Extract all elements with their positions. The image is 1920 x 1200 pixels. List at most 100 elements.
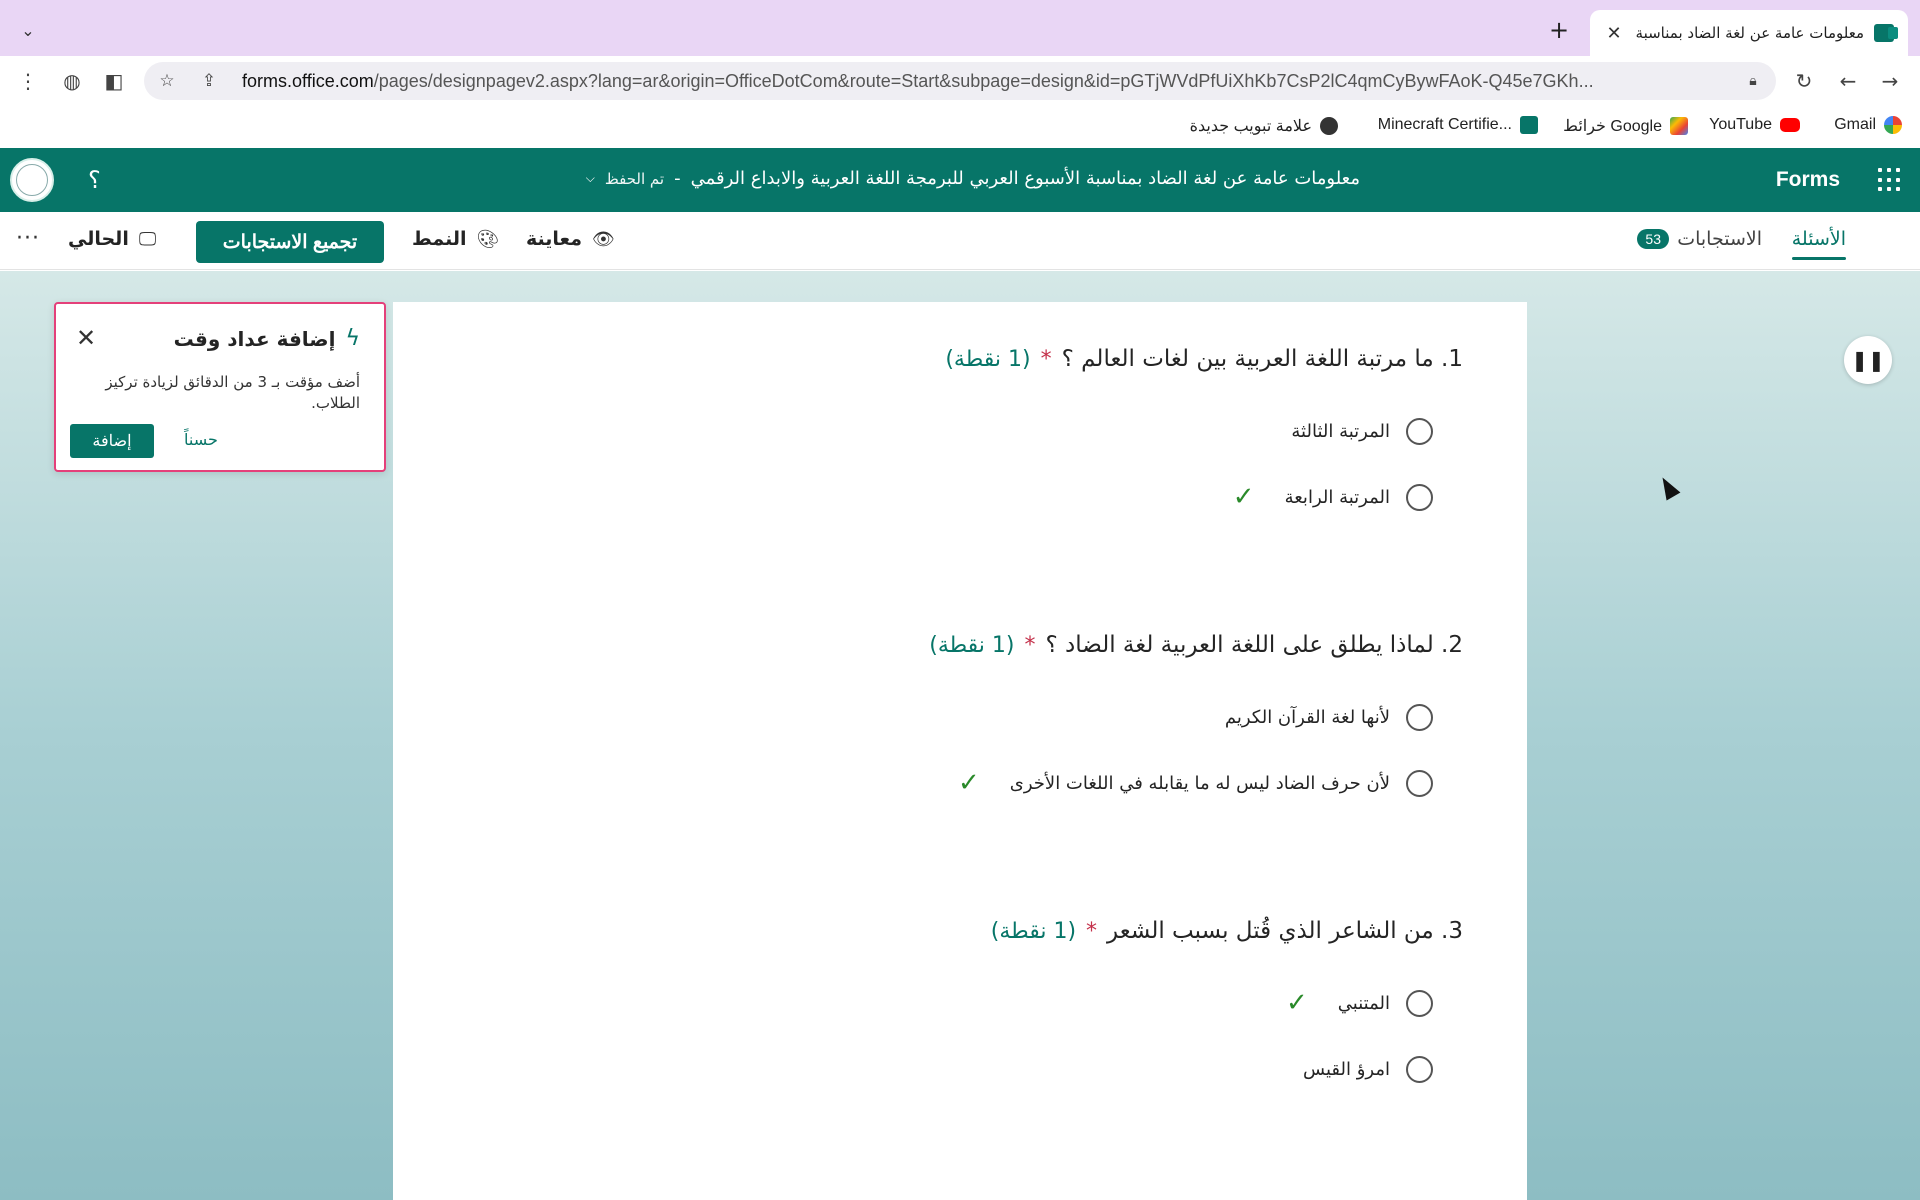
add-timer-button[interactable]: إضافة — [70, 424, 154, 458]
more-options-icon[interactable]: ··· — [16, 226, 40, 251]
command-bar: الأسئلة الاستجابات 53 👁︎ معاينة 🎨︎ النمط… — [0, 212, 1920, 270]
bookmark-maps[interactable]: خرائط Google — [1563, 116, 1688, 136]
present-button[interactable]: 🖵 الحالي — [68, 228, 156, 250]
question-title: 3. من الشاعر الذي قُتل بسبب الشعر * (1 ن… — [563, 918, 1463, 944]
browser-tabstrip: ⌄ + معلومات عامة عن لغة الضاد بمناسبة ✕ — [0, 0, 1920, 56]
globe-icon — [1320, 117, 1338, 135]
forms-brand[interactable]: Forms — [1776, 168, 1840, 192]
option[interactable]: لأنها لغة القرآن الكريم — [563, 684, 1463, 750]
eye-icon: 👁︎ — [592, 228, 615, 250]
tab-close-icon[interactable]: ✕ — [1604, 23, 1624, 44]
pause-icon[interactable]: ❚❚ — [1844, 336, 1892, 384]
bookmark-gmail[interactable]: Gmail — [1834, 116, 1902, 134]
profile-icon[interactable]: ◍ — [60, 69, 84, 93]
option-label: امرؤ القيس — [1303, 1058, 1390, 1080]
question-1[interactable]: 1. ما مرتبة اللغة العربية بين لغات العال… — [563, 346, 1463, 530]
option[interactable]: المتنبي ✓ — [563, 970, 1463, 1036]
option[interactable]: المرتبة الثالثة — [563, 398, 1463, 464]
style-button[interactable]: 🎨︎ النمط — [412, 228, 499, 250]
present-label: الحالي — [68, 228, 129, 250]
avatar[interactable] — [10, 158, 54, 202]
bookmark-new-tab[interactable]: علامة تبويب جديدة — [1190, 116, 1338, 136]
address-bar[interactable]: ☆ ⇪ forms.office.com/pages/designpagev2.… — [144, 62, 1776, 100]
correct-check-icon: ✓ — [1232, 482, 1255, 512]
monitor-icon: 🖵 — [138, 228, 157, 250]
radio-button[interactable] — [1406, 989, 1433, 1017]
bookmark-youtube[interactable]: YouTube — [1709, 116, 1800, 134]
option[interactable]: امرؤ القيس — [563, 1036, 1463, 1102]
new-tab-button[interactable]: + — [1546, 18, 1572, 44]
google-icon — [1884, 116, 1902, 134]
question-points: (1 نقطة) — [929, 633, 1015, 658]
youtube-icon — [1780, 118, 1800, 132]
question-text: 3. من الشاعر الذي قُتل بسبب الشعر — [1107, 918, 1463, 944]
question-text: 2. لماذا يطلق على اللغة العربية لغة الضا… — [1045, 632, 1464, 658]
bookmarks-bar: Gmail YouTube خرائط Google Minecraft Cer… — [0, 106, 1920, 148]
radio-button[interactable] — [1406, 1055, 1433, 1083]
lock-icon[interactable]: 🔒︎ — [1742, 70, 1764, 92]
sidebar-icon[interactable]: ◧ — [102, 69, 126, 93]
tab-search-chevron-icon[interactable]: ⌄ — [18, 20, 38, 40]
url-host: forms.office.com — [242, 71, 374, 91]
question-points: (1 نقطة) — [945, 347, 1031, 372]
question-2[interactable]: 2. لماذا يطلق على اللغة العربية لغة الضا… — [563, 632, 1463, 816]
url-text[interactable]: forms.office.com/pages/designpagev2.aspx… — [242, 71, 1622, 92]
popup-title: إضافة عداد وقت — [173, 326, 336, 351]
required-asterisk: * — [1086, 919, 1098, 944]
radio-button[interactable] — [1406, 769, 1433, 797]
tab-questions[interactable]: الأسئلة — [1791, 228, 1847, 260]
title-separator: - — [674, 168, 681, 189]
palette-icon: 🎨︎ — [476, 228, 500, 250]
option-label: المرتبة الرابعة — [1284, 486, 1390, 508]
tab-title: معلومات عامة عن لغة الضاد بمناسبة — [1635, 24, 1864, 42]
option-label: المرتبة الثالثة — [1291, 420, 1390, 442]
option[interactable]: المرتبة الرابعة ✓ — [563, 464, 1463, 530]
bookmark-label: YouTube — [1709, 116, 1772, 133]
form-card: 1. ما مرتبة اللغة العربية بين لغات العال… — [393, 302, 1527, 1200]
correct-check-icon: ✓ — [957, 768, 980, 798]
collect-responses-button[interactable]: تجميع الاستجابات — [196, 221, 384, 263]
question-title: 2. لماذا يطلق على اللغة العربية لغة الضا… — [563, 632, 1463, 658]
preview-button[interactable]: 👁︎ معاينة — [526, 228, 615, 250]
bookmark-label: خرائط Google — [1563, 118, 1662, 135]
preview-label: معاينة — [526, 228, 583, 250]
question-title: 1. ما مرتبة اللغة العربية بين لغات العال… — [563, 346, 1463, 372]
add-timer-popup: ϟ إضافة عداد وقت ✕ أضف مؤقت بـ 3 من الدق… — [54, 302, 386, 472]
required-asterisk: * — [1024, 633, 1036, 658]
option[interactable]: لأن حرف الضاد ليس له ما يقابله في اللغات… — [563, 750, 1463, 816]
tab-responses[interactable]: الاستجابات 53 — [1637, 228, 1762, 250]
chevron-down-icon[interactable]: ⌵ — [586, 171, 595, 186]
browser-toolbar: ⋮ ◍ ◧ ☆ ⇪ forms.office.com/pages/designp… — [0, 56, 1920, 106]
popup-header: ϟ إضافة عداد وقت — [174, 326, 360, 351]
popup-body: أضف مؤقت بـ 3 من الدقائق لزيادة تركيز ال… — [105, 373, 360, 412]
close-icon[interactable]: ✕ — [76, 324, 96, 352]
form-title: معلومات عامة عن لغة الضاد بمناسبة الأسبو… — [690, 168, 1360, 189]
app-launcher-icon[interactable] — [1878, 168, 1902, 192]
reload-icon[interactable]: ↻ — [1792, 69, 1816, 93]
share-icon[interactable]: ⇪ — [198, 70, 220, 92]
dismiss-button[interactable]: حسناً — [184, 430, 218, 449]
browser-menu-icon[interactable]: ⋮ — [16, 69, 40, 93]
responses-label: الاستجابات — [1677, 228, 1762, 250]
correct-check-icon: ✓ — [1286, 988, 1308, 1018]
radio-button[interactable] — [1406, 417, 1433, 445]
save-status: تم الحفظ — [604, 169, 665, 188]
forward-icon[interactable]: → — [1878, 69, 1902, 93]
required-asterisk: * — [1040, 347, 1052, 372]
form-title-bar[interactable]: معلومات عامة عن لغة الضاد بمناسبة الأسبو… — [540, 168, 1360, 189]
question-points: (1 نقطة) — [990, 919, 1077, 944]
option-label: المتنبي — [1337, 992, 1390, 1014]
style-label: النمط — [412, 228, 467, 250]
radio-button[interactable] — [1406, 483, 1433, 511]
bookmark-star-icon[interactable]: ☆ — [156, 70, 178, 92]
bookmark-minecraft[interactable]: Minecraft Certifie... — [1378, 116, 1538, 134]
maps-icon — [1670, 117, 1688, 135]
help-icon[interactable]: ؟ — [88, 166, 101, 194]
browser-tab[interactable]: معلومات عامة عن لغة الضاد بمناسبة ✕ — [1590, 10, 1908, 56]
back-icon[interactable]: ← — [1836, 69, 1860, 93]
question-text: 1. ما مرتبة اللغة العربية بين لغات العال… — [1061, 346, 1463, 372]
question-3[interactable]: 3. من الشاعر الذي قُتل بسبب الشعر * (1 ن… — [563, 918, 1463, 1102]
bookmark-label: علامة تبويب جديدة — [1189, 118, 1312, 135]
url-path: /pages/designpagev2.aspx?lang=ar&origin=… — [373, 71, 1594, 91]
radio-button[interactable] — [1406, 703, 1433, 731]
